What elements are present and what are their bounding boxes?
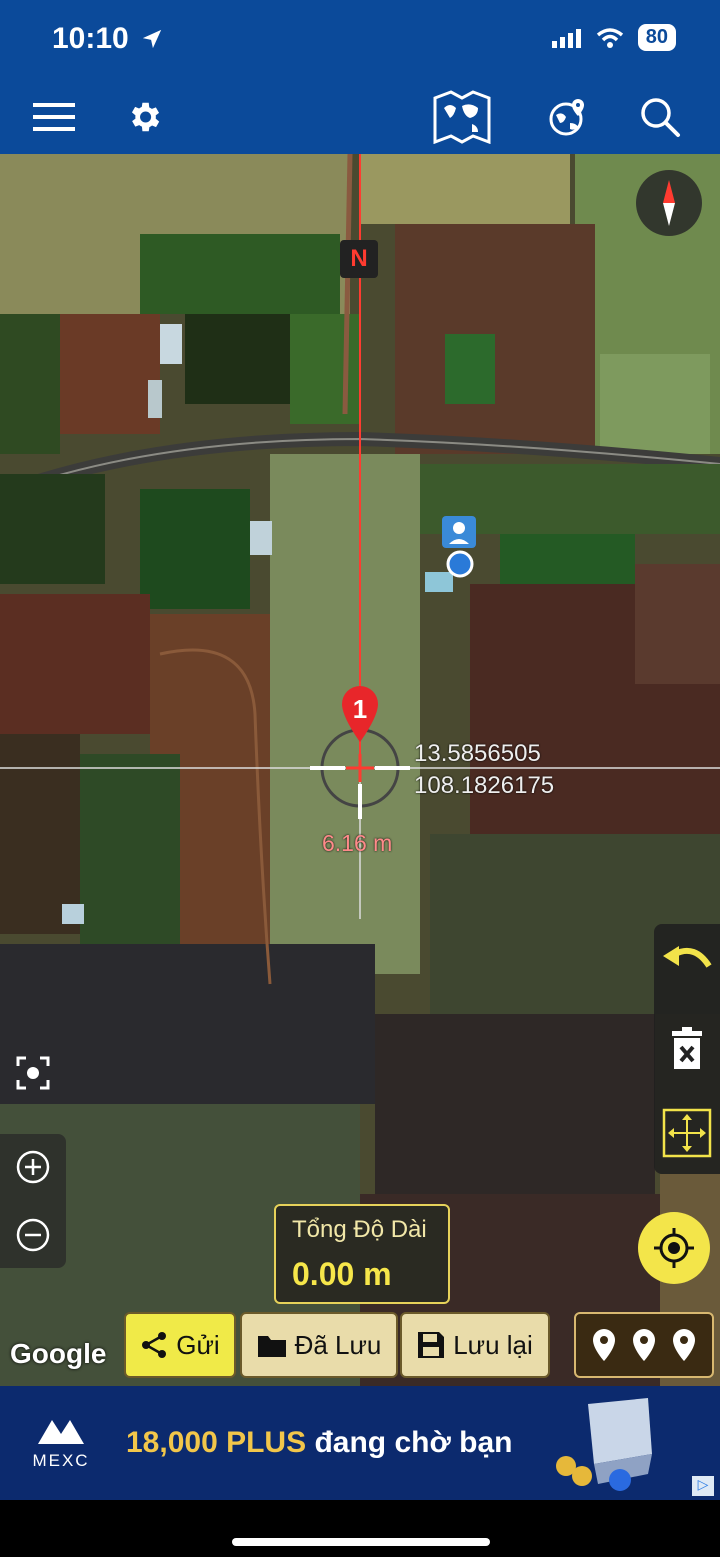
mexc-logo-icon [38,1420,84,1444]
ad-info-icon[interactable]: ▷ [692,1476,714,1496]
total-length-panel: Tổng Độ Dài 0.00 m [274,1204,450,1304]
status-time: 10:10 [52,22,163,56]
ad-text-rest: đang chờ bạn [314,1426,513,1459]
zoom-in-button[interactable] [0,1134,66,1200]
menu-button[interactable] [24,90,84,144]
total-length-label: Tổng Độ Dài [292,1216,427,1243]
markers-toggle-button[interactable] [574,1312,714,1378]
battery-indicator: 80 [637,24,676,51]
compass-button[interactable] [636,170,702,236]
pin-icon [593,1329,615,1361]
minus-circle-icon [16,1218,50,1252]
pin-icon [673,1329,695,1361]
send-label: Gửi [176,1329,220,1360]
north-marker: N [340,240,378,278]
app-toolbar [0,80,720,154]
treasure-chest-icon [556,1398,652,1491]
google-attribution: Google [10,1338,107,1369]
screenshot-button[interactable] [0,1040,66,1106]
folder-icon [257,1336,286,1357]
wifi-icon [596,27,623,48]
status-bar: 10:10 80 [0,0,720,80]
fit-bounds-button[interactable] [654,1100,720,1166]
floppy-disk-icon [418,1332,445,1358]
ad-brand: MEXC [32,1451,90,1470]
time-label: 10:10 [52,22,129,55]
north-label: N [350,245,368,272]
home-indicator-area [0,1500,720,1557]
map-type-button[interactable] [432,90,492,144]
search-icon [641,98,680,137]
send-button[interactable]: Gửi [124,1312,236,1378]
longitude-label: 108.1826175 [414,772,555,799]
my-location-button[interactable] [638,1212,710,1284]
saved-label: Đã Lưu [294,1329,382,1360]
satellite-map[interactable]: N 1 13.5856505 108.1826175 6.16 m Tổng Đ… [0,154,720,1386]
share-icon [142,1332,167,1358]
gear-icon [131,102,160,132]
menu-icon [33,103,75,131]
ad-highlight: 18,000 PLUS [126,1426,307,1459]
map-imagery [0,154,720,1386]
focus-frame-icon [16,1056,50,1090]
signal-icon [551,28,581,48]
zoom-out-button[interactable] [0,1202,66,1268]
home-indicator[interactable] [232,1538,490,1546]
point-marker[interactable]: 1 [338,684,382,744]
globe-pin-icon [549,99,584,136]
settings-button[interactable] [114,90,174,144]
latitude-label: 13.5856505 [414,740,541,767]
zoom-controls [0,1134,66,1268]
expand-arrows-icon [662,1108,712,1158]
pin-icon [633,1329,655,1361]
undo-button[interactable] [654,928,720,994]
save-label: Lưu lại [453,1329,533,1360]
ad-banner[interactable]: MEXC 18,000 PLUS đang chờ bạn ▷ [0,1386,720,1500]
plus-circle-icon [16,1150,50,1184]
world-map-icon [433,90,491,144]
crosshair-target-icon [654,1228,694,1268]
edit-tools-panel [654,924,720,1174]
ad-headline: 18,000 PLUS đang chờ bạn [126,1426,512,1460]
search-button[interactable] [630,90,690,144]
total-length-value: 0.00 m [292,1256,392,1292]
ad-logo: MEXC [26,1416,96,1471]
location-arrow-icon [142,29,162,49]
status-icons: 80 [551,24,676,51]
undo-icon [663,946,712,968]
saved-button[interactable]: Đã Lưu [240,1312,398,1378]
delete-button[interactable] [654,1016,720,1082]
marker-number: 1 [352,694,368,724]
trash-icon [672,1027,702,1069]
compass-icon [663,180,675,226]
distance-label: 6.16 m [322,830,393,856]
save-button[interactable]: Lưu lại [400,1312,550,1378]
globe-button[interactable] [538,90,598,144]
